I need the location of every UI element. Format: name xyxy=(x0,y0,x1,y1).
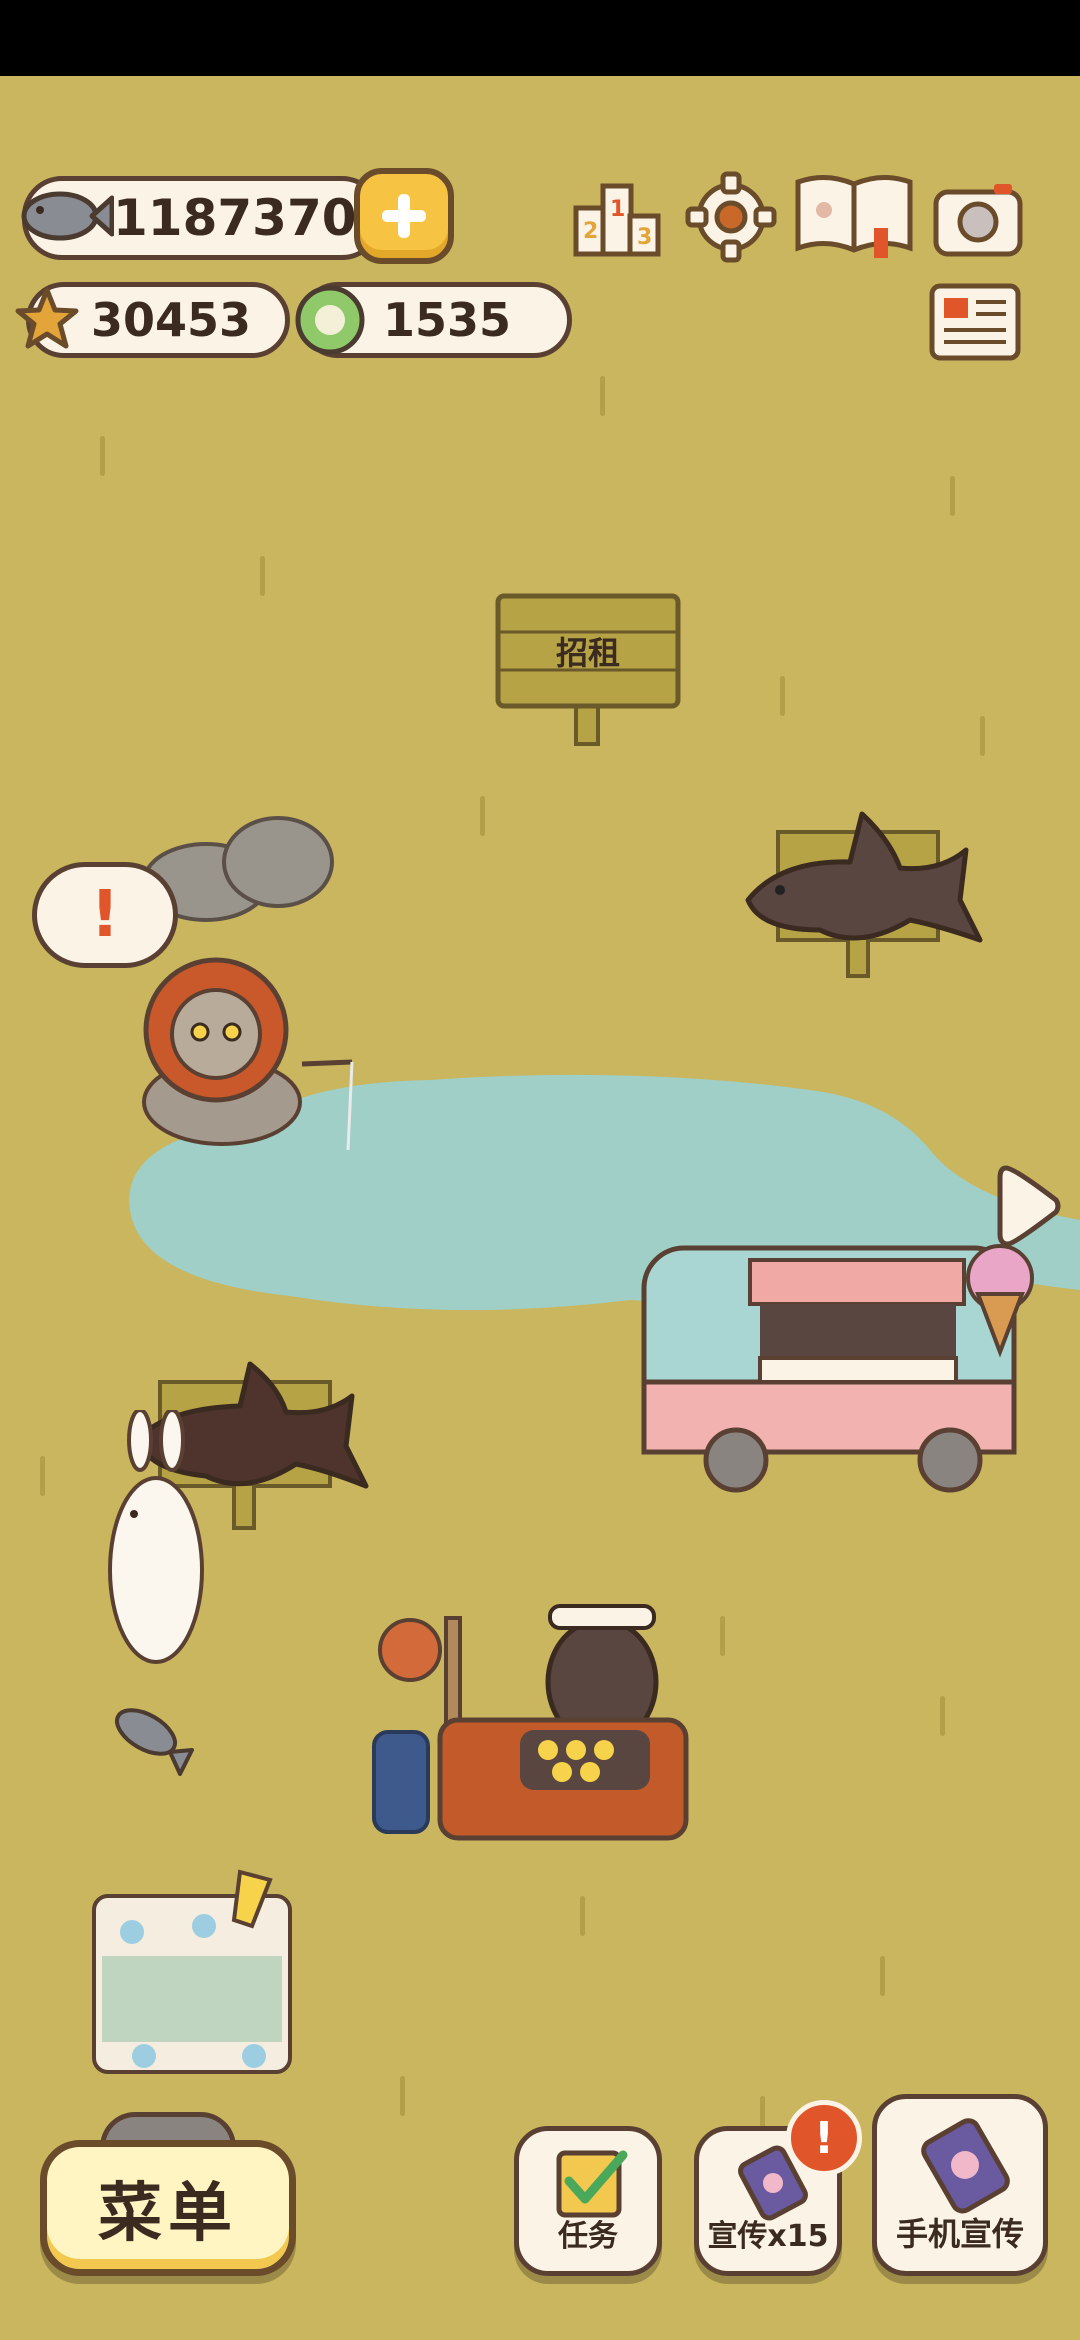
for-rent-sign[interactable]: 招租 xyxy=(490,588,686,752)
grass-tuft xyxy=(980,716,985,756)
alert-mark: ! xyxy=(90,878,120,952)
grass-tuft xyxy=(950,476,955,516)
camera-icon[interactable] xyxy=(930,174,1026,262)
svg-text:2: 2 xyxy=(583,219,598,244)
newspaper-icon[interactable] xyxy=(926,280,1024,366)
grass-tuft xyxy=(260,556,265,596)
grass-tuft xyxy=(880,1956,885,1996)
add-fish-button[interactable] xyxy=(354,168,454,264)
for-rent-label: 招租 xyxy=(555,634,620,672)
open-book-icon[interactable] xyxy=(792,168,916,266)
grass-tuft xyxy=(100,436,105,476)
dropped-fish[interactable] xyxy=(108,1700,198,1780)
fish-icon xyxy=(14,176,115,256)
alert-bubble[interactable]: ! xyxy=(32,862,178,968)
promo-alert-badge: ! xyxy=(786,2100,862,2176)
svg-text:1: 1 xyxy=(610,197,625,222)
fishing-cat[interactable] xyxy=(112,934,372,1154)
grass-tuft xyxy=(580,1896,585,1936)
phone-promo-label: 手机宣传 xyxy=(895,2215,1024,2253)
menu-button[interactable]: 菜单 xyxy=(40,2140,296,2276)
grass-tuft xyxy=(720,1616,725,1656)
phone-promo-button[interactable]: 手机宣传 xyxy=(872,2094,1048,2276)
star-count: 30453 xyxy=(91,293,252,347)
drink-carton[interactable] xyxy=(84,1866,304,2080)
ice-cream-truck[interactable] xyxy=(630,1232,1040,1502)
promo-alert-mark: ! xyxy=(813,2112,835,2164)
grass-tuft xyxy=(600,376,605,416)
tasks-button[interactable]: 任务 xyxy=(514,2126,662,2276)
grass-tuft xyxy=(480,796,485,836)
star-icon xyxy=(12,284,82,354)
checklist-icon xyxy=(556,2150,628,2218)
ranking-podium-icon[interactable]: 2 1 3 xyxy=(570,172,664,262)
phone-icon xyxy=(921,2118,1010,2214)
token-count: 1535 xyxy=(383,293,512,347)
grass-tuft xyxy=(400,2076,405,2116)
plus-icon xyxy=(382,194,426,238)
grass-tuft xyxy=(940,1696,945,1736)
status-bar xyxy=(0,0,1080,76)
rabbit-customer[interactable] xyxy=(100,1408,210,1670)
grass-tuft xyxy=(40,1456,45,1496)
shark-sign-right[interactable] xyxy=(740,810,990,990)
gear-icon[interactable] xyxy=(684,170,778,264)
grass-tuft xyxy=(780,676,785,716)
takoyaki-stand[interactable] xyxy=(370,1590,690,1870)
menu-label: 菜单 xyxy=(98,2177,238,2251)
green-token-icon xyxy=(292,282,368,358)
fish-count: 11873703 xyxy=(113,189,392,247)
svg-text:3: 3 xyxy=(637,225,652,250)
